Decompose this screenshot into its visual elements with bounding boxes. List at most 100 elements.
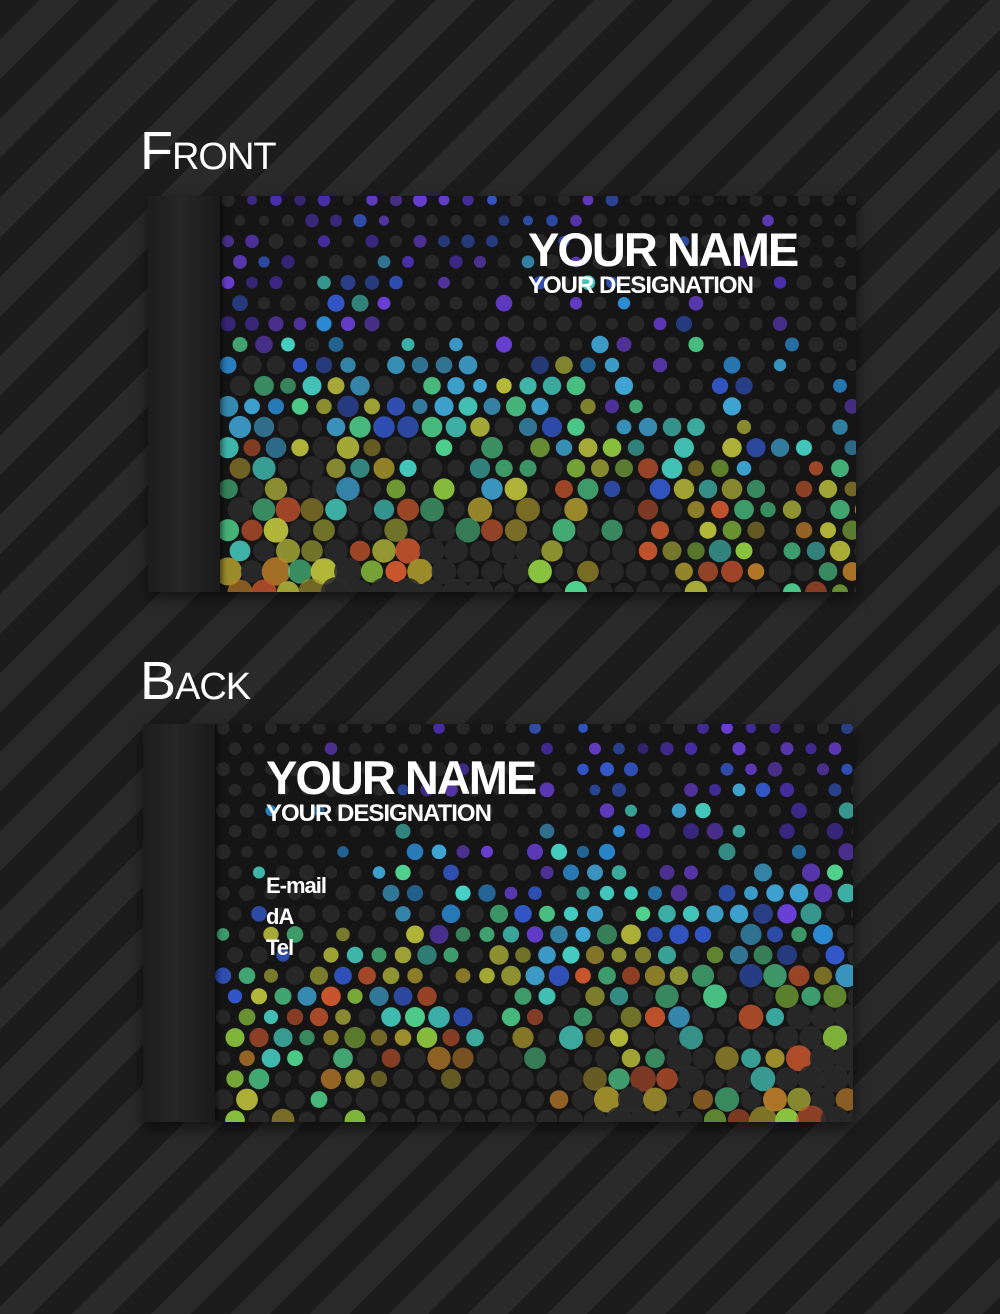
pattern-dot [386, 397, 406, 416]
pattern-dot [212, 1089, 234, 1110]
pattern-dot [555, 356, 573, 374]
pattern-dot [289, 519, 311, 541]
pattern-dot [229, 540, 251, 562]
pattern-dot [337, 395, 359, 418]
pattern-dot [320, 1068, 342, 1090]
pattern-dot [305, 255, 319, 269]
pattern-dot [449, 337, 463, 352]
pattern-dot [285, 1089, 305, 1110]
pattern-dot [713, 337, 727, 352]
pattern-dot [796, 316, 812, 332]
pattern-dot [805, 581, 827, 592]
pattern-dot [739, 964, 763, 988]
pattern-dot [636, 865, 650, 880]
pattern-dot [501, 965, 521, 986]
pattern-dot [504, 477, 528, 501]
pattern-dot [834, 256, 846, 268]
pattern-dot [706, 905, 724, 923]
pattern-dot [264, 968, 278, 983]
pattern-dot [554, 561, 574, 582]
pattern-dot [496, 378, 512, 394]
pattern-dot [692, 1006, 714, 1028]
pattern-dot [417, 986, 437, 1006]
pattern-dot [759, 459, 777, 478]
pattern-dot [597, 924, 617, 945]
pattern-dot [537, 1028, 557, 1047]
pattern-dot [796, 439, 812, 456]
pattern-dot [416, 1110, 438, 1122]
pattern-dot [251, 906, 267, 922]
pattern-dot [350, 458, 370, 478]
pattern-dot [407, 968, 423, 984]
pattern-dot [691, 964, 715, 987]
pattern-dot [363, 439, 381, 457]
pattern-dot [247, 196, 257, 205]
pattern-dot [684, 742, 698, 755]
pattern-dot [559, 1108, 583, 1122]
pattern-dot [831, 459, 849, 478]
pattern-dot [699, 398, 717, 415]
pattern-dot [427, 1046, 451, 1070]
pattern-dot [217, 437, 239, 459]
pattern-dot [384, 436, 408, 459]
pattern-dot [604, 357, 620, 373]
pattern-dot [755, 782, 771, 798]
back-heading: Back [140, 651, 251, 711]
pattern-dot [336, 436, 360, 459]
pattern-dot [519, 459, 537, 477]
pattern-dot [675, 562, 693, 581]
pattern-dot [481, 478, 503, 500]
pattern-dot [707, 864, 723, 881]
pattern-dot [372, 539, 396, 563]
pattern-dot [625, 519, 647, 542]
pattern-dot [347, 988, 363, 1004]
pattern-dot [243, 439, 261, 457]
pattern-dot [215, 1009, 231, 1025]
pattern-dot [682, 946, 700, 964]
pattern-dot [711, 377, 729, 394]
pattern-dot [620, 1006, 642, 1028]
pattern-dot [397, 416, 419, 438]
pattern-dot [335, 1009, 351, 1025]
pattern-dot [469, 540, 491, 562]
pattern-dot [795, 480, 813, 498]
pattern-dot [636, 580, 660, 592]
pattern-dot [563, 824, 579, 839]
pattern-dot [624, 886, 638, 900]
pattern-dot [575, 967, 591, 984]
pattern-dot [716, 1006, 738, 1028]
pattern-dot [472, 295, 488, 311]
pattern-dot [221, 196, 235, 207]
pattern-dot [648, 804, 662, 817]
pattern-dot [706, 946, 724, 964]
pattern-dot [228, 742, 242, 755]
pattern-dot [767, 926, 783, 943]
pattern-dot [752, 985, 774, 1007]
pattern-dot [693, 1089, 713, 1110]
pattern-dot [815, 844, 831, 859]
pattern-dot [347, 497, 373, 523]
pattern-dot [819, 398, 837, 415]
pattern-dot [455, 517, 481, 543]
pattern-dot [531, 397, 549, 415]
pattern-dot [741, 1048, 761, 1068]
pattern-dot [216, 724, 230, 735]
pattern-dot [257, 296, 271, 310]
pattern-dot [576, 803, 590, 818]
pattern-dot [721, 560, 743, 583]
pattern-dot [387, 356, 405, 374]
pattern-dot [624, 762, 638, 777]
pattern-dot [574, 1049, 592, 1068]
pattern-dot [281, 337, 295, 352]
pattern-dot [695, 802, 711, 819]
pattern-dot [746, 479, 766, 499]
pattern-dot [481, 560, 503, 583]
pattern-dot [578, 438, 598, 458]
pattern-dot [612, 782, 626, 797]
pattern-dot [553, 724, 565, 734]
pattern-dot [418, 1069, 436, 1088]
pattern-dot [768, 560, 792, 583]
pattern-dot [605, 399, 619, 414]
pattern-dot [421, 416, 443, 438]
pattern-dot [559, 1066, 583, 1091]
